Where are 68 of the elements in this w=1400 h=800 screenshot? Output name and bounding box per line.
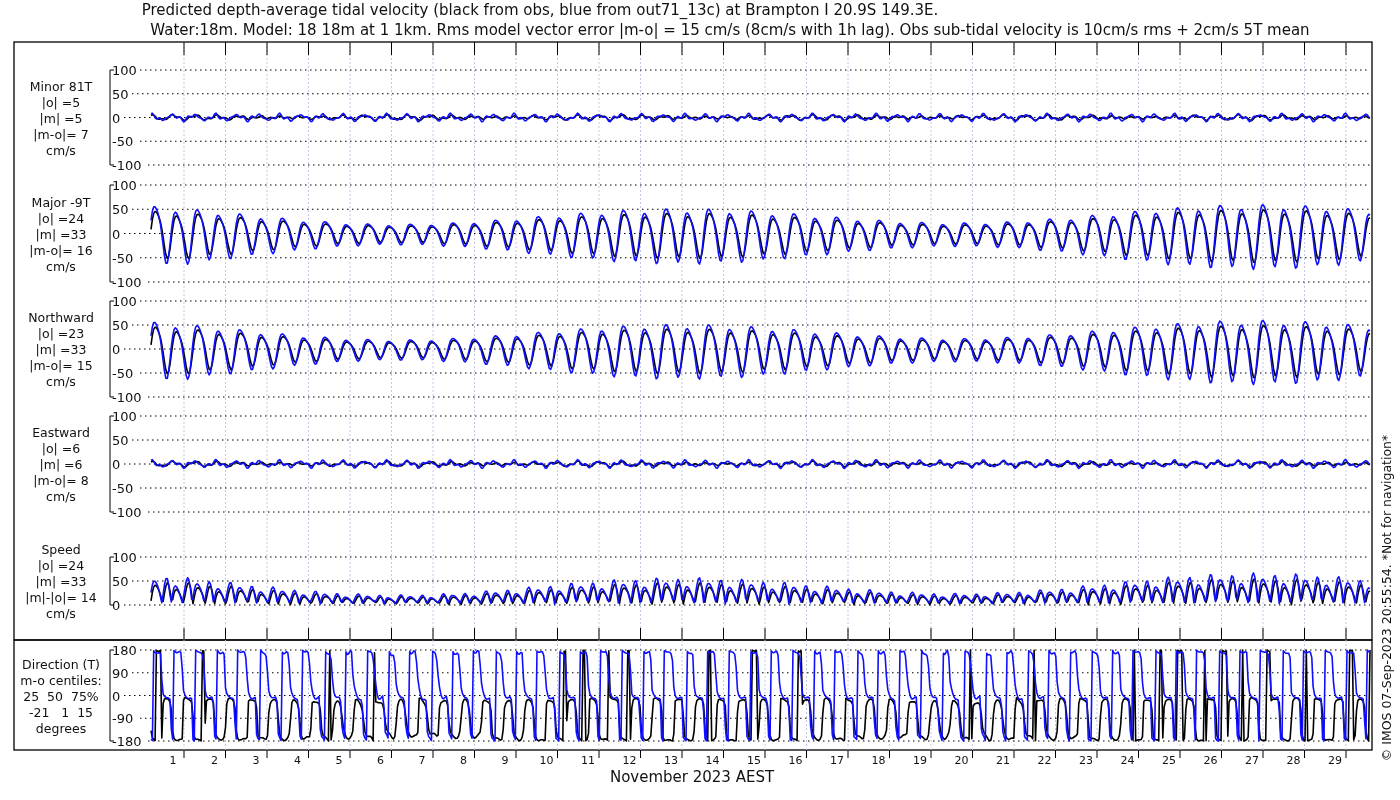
- panel-label: Speed |o| =24 |m| =33 |m|-|o|= 14 cm/s: [25, 542, 97, 621]
- axis-tick-label: -90: [112, 711, 134, 727]
- panel-label: Major -9T |o| =24 |m| =33 |m-o|= 16 cm/s: [29, 194, 93, 274]
- panel-label: Direction (T) m-o centiles: 25 50 75% -21 1 15 degrees: [20, 656, 102, 736]
- panel-label: Minor 81T |o| =5 |m| =5 |m-o|= 7 cm/s: [29, 78, 93, 158]
- x-axis-label: November 2023 AEST: [609, 768, 775, 786]
- axis-tick-label: -100: [112, 158, 142, 173]
- day-label: 1: [169, 754, 177, 767]
- panel-label: Northward |o| =23 |m| =33 |m-o|= 15 cm/s: [28, 310, 94, 389]
- day-label: 20: [954, 754, 969, 767]
- axis-tick-label: 50: [112, 574, 129, 589]
- day-label: 26: [1203, 754, 1218, 767]
- axis-tick-label: 0: [112, 688, 121, 704]
- axis-tick-label: -50: [112, 134, 134, 150]
- day-label: 29: [1328, 754, 1342, 767]
- axis-tick-label: -100: [112, 390, 142, 405]
- day-label: 9: [501, 754, 509, 767]
- axis-tick-label: -50: [112, 366, 134, 381]
- axis-tick-label: 50: [112, 433, 129, 448]
- axis-tick-label: -180: [112, 734, 142, 749]
- day-label: 8: [460, 754, 467, 767]
- day-label: 4: [294, 754, 301, 767]
- day-label: 28: [1286, 754, 1301, 767]
- axis-tick-label: 100: [112, 63, 137, 78]
- day-label: 25: [1162, 754, 1176, 767]
- day-label: 16: [788, 754, 803, 767]
- axis-tick-label: 100: [112, 294, 137, 309]
- axis-tick-label: 100: [112, 409, 137, 424]
- day-label: 18: [871, 754, 886, 767]
- axis-tick-label: 0: [112, 457, 121, 472]
- day-label: 21: [996, 754, 1010, 767]
- axis-tick-label: -50: [112, 481, 134, 496]
- day-label: 17: [830, 754, 844, 767]
- axis-tick-label: 50: [112, 202, 129, 218]
- day-label: 10: [539, 754, 554, 767]
- axis-tick-label: 100: [112, 178, 137, 193]
- chart-title: Water:18m. Model: 18 18m at 1 1km. Rms model vector error |m-o| = 15 cm/s (8cm/s with 1h lag). Obs sub-tidal velocity is 10cm/s rms + 2cm/s 5T mean: [150, 21, 1310, 39]
- day-label: 12: [622, 754, 637, 767]
- day-label: 23: [1079, 754, 1093, 767]
- axis-tick-label: -50: [112, 250, 134, 266]
- day-label: 27: [1245, 754, 1259, 767]
- copyright-note: © IMOS 07-Sep-2023 20:55:54. *Not for navigation*: [1379, 434, 1394, 762]
- axis-tick-label: 100: [112, 550, 137, 565]
- day-label: 2: [211, 754, 218, 767]
- axis-tick-label: 0: [112, 598, 121, 613]
- axis-tick-label: 50: [112, 86, 129, 102]
- chart-title: Predicted depth-average tidal velocity (black from obs, blue from out71_13c) at Brampton I 20.9S 149.3E.: [141, 1, 939, 19]
- day-label: 5: [335, 754, 343, 767]
- axis-tick-label: 90: [112, 665, 129, 681]
- day-label: 7: [418, 754, 426, 767]
- y-axis: [109, 556, 115, 606]
- panel-label: Eastward |o| =6 |m| =6 |m-o|= 8 cm/s: [32, 425, 90, 504]
- day-label: 13: [664, 754, 678, 767]
- day-label: 11: [581, 754, 595, 767]
- day-label: 3: [252, 754, 260, 767]
- axis-tick-label: 50: [112, 318, 129, 333]
- day-label: 14: [705, 754, 720, 767]
- day-label: 15: [747, 754, 761, 767]
- axis-tick-label: -100: [112, 275, 142, 290]
- day-label: 6: [377, 754, 384, 767]
- axis-tick-label: 180: [112, 643, 137, 658]
- axis-tick-label: 0: [112, 226, 121, 242]
- axis-tick-label: 0: [112, 110, 121, 126]
- axis-tick-label: 0: [112, 342, 121, 357]
- axis-tick-label: -100: [112, 505, 142, 520]
- day-label: 19: [913, 754, 927, 767]
- day-label: 24: [1120, 754, 1135, 767]
- day-label: 22: [1037, 754, 1052, 767]
